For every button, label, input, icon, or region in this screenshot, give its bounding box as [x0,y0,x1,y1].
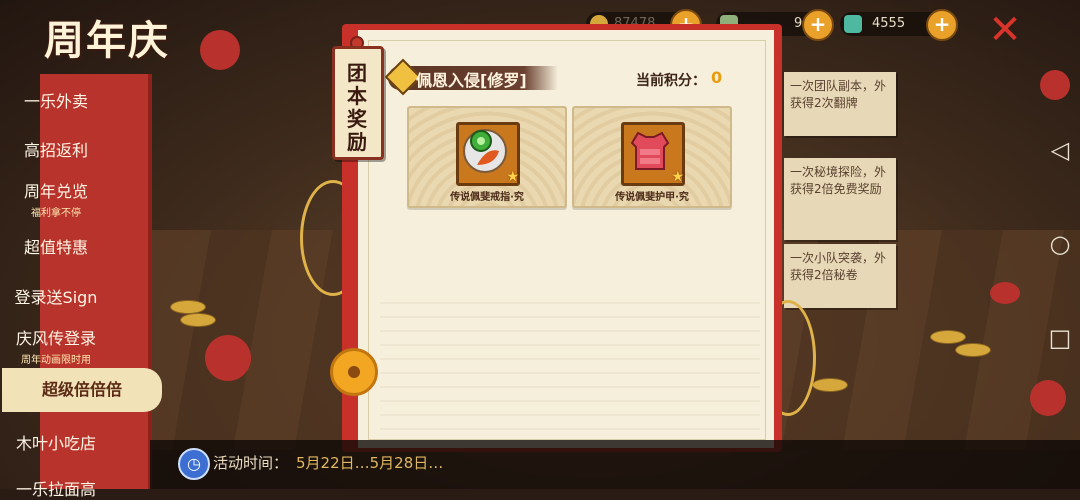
reward-name: 传说佩斐戒指·究 [450,192,524,203]
resource-jade: 4555 + [840,9,958,41]
jade-icon [844,14,862,33]
flower-decoration [1030,380,1066,416]
notice-card: 一次团队副本，外获得2次翻牌 [784,72,896,136]
coin-decoration [930,330,966,344]
coin-decoration [170,300,206,314]
raid-title: 佩恩入侵[修罗] [416,71,527,90]
notice-card: 一次小队突袭，外获得2倍秘卷 [784,244,896,308]
home-nav-icon[interactable]: ○ [1045,230,1075,258]
flower-decoration [1040,70,1070,100]
flower-decoration [205,335,251,381]
sidebar-item-anniversary-exchange[interactable]: 周年兑览 福利拿不停 [0,178,112,219]
sidebar-item-konoha-snack[interactable]: 木叶小吃店 [0,430,112,454]
sidebar-item-yile-delivery[interactable]: 一乐外卖 [0,88,112,112]
coin-decoration [812,378,848,392]
score-label: 当前积分： [636,73,706,89]
coin-decoration [955,343,991,357]
sidebar-item-super-multiplier[interactable]: 超级倍倍倍 [2,368,162,412]
reward-card[interactable]: ★ 传说佩斐护甲·究 [572,106,732,208]
armor-icon: ★ [621,122,685,186]
sidebar-item-ramen[interactable]: 一乐拉面高 [0,476,112,500]
background-sketch [380,290,760,430]
add-scroll-button[interactable]: + [802,9,834,41]
recent-apps-icon[interactable]: □ [1045,324,1075,352]
event-time-value: 5月22日…5月28日… [296,454,444,472]
coin-decoration [180,313,216,327]
event-title: 周年庆 [44,17,170,64]
sidebar-item-rebate[interactable]: 高招返利 [0,137,112,161]
score-value: 0 [711,68,723,87]
event-time-label: 活动时间： [213,454,289,472]
clock-icon: ◷ [178,448,210,480]
petal-decoration [990,282,1020,304]
back-nav-icon[interactable]: ◁ [1045,136,1075,164]
footer-bar [150,440,1080,489]
sidebar-item-celebration-login[interactable]: 庆风传登录 周年动画限时用 [0,325,112,366]
flower-decoration [200,30,240,70]
notice-card: 一次秘境探险，外获得2倍免费奖励 [784,158,896,240]
reward-card[interactable]: ★ 传说佩斐戒指·究 [407,106,567,208]
flower-icon [330,348,378,396]
reward-name: 传说佩斐护甲·究 [615,192,689,203]
team-reward-tag-label: 团本奖励 [347,61,367,154]
add-jade-button[interactable]: + [926,9,958,41]
ring-icon: ★ [456,122,520,186]
close-icon[interactable]: ✕ [985,10,1025,50]
sidebar-item-special-deal[interactable]: 超值特惠 [0,234,112,258]
sidebar-item-login-sign[interactable]: 登录送Sign [0,284,112,308]
